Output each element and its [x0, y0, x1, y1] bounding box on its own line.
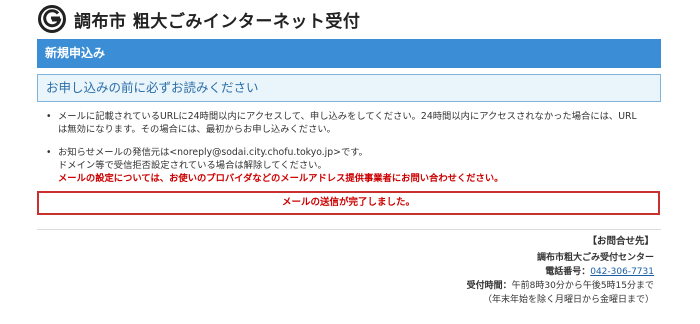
list-item: • お知らせメールの発信元は<noreply@sodai.city.chofu.… [44, 146, 660, 185]
hours-text: 午前8時30分から午後5時15分まで [511, 281, 654, 291]
instruction-list: • メールに記載されているURLに24時間以内にアクセスして、申し込みをしてくだ… [44, 110, 660, 185]
phone-label: 電話番号： [545, 267, 591, 277]
read-before-notice: お申し込みの前に必ずお読みください [37, 74, 661, 102]
divider [37, 229, 661, 230]
section-title: 新規申込み [45, 46, 106, 60]
phone-link[interactable]: 042-306-7731 [590, 267, 654, 277]
bullet-icon: • [46, 111, 52, 122]
instruction-text: は無効になります。その場合には、最初からお申し込みください。 [58, 124, 336, 135]
hours-label: 受付時間： [466, 281, 512, 291]
notice-text: お申し込みの前に必ずお読みください [46, 80, 259, 95]
site-header: 調布市 粗大ごみインターネット受付 [38, 4, 360, 34]
section-title-bar: 新規申込み [37, 39, 661, 68]
contact-hours-row: 受付時間：午前8時30分から午後5時15分まで [467, 279, 654, 293]
warning-text: メールの設定については、お使いのプロバイダなどのメールアドレス提供事業者にお問い… [58, 173, 504, 184]
contact-center: 調布市粗大ごみ受付センター [536, 253, 654, 263]
sender-address-text: お知らせメールの発信元は<noreply@sodai.city.chofu.to… [58, 147, 368, 158]
site-title: 調布市 粗大ごみインターネット受付 [74, 11, 361, 32]
send-complete-alert: メールの送信が完了しました。 [37, 191, 660, 215]
alert-text: メールの送信が完了しました。 [281, 197, 415, 208]
bullet-icon: • [46, 147, 52, 158]
chofu-city-logo-icon [38, 5, 66, 33]
contact-phone-row: 電話番号：042-306-7731 [467, 265, 654, 279]
hours-note: （年末年始を除く月曜日から金曜日まで） [482, 295, 654, 305]
instruction-text: ドメイン等で受信拒否設定されている場合は解除してください。 [58, 160, 327, 171]
contact-heading: 【お問合せ先】 [587, 236, 654, 247]
contact-info: 【お問合せ先】 調布市粗大ごみ受付センター 電話番号：042-306-7731 … [467, 235, 654, 307]
instruction-text: メールに記載されているURLに24時間以内にアクセスして、申し込みをしてください… [58, 111, 637, 122]
list-item: • メールに記載されているURLに24時間以内にアクセスして、申し込みをしてくだ… [44, 110, 660, 136]
